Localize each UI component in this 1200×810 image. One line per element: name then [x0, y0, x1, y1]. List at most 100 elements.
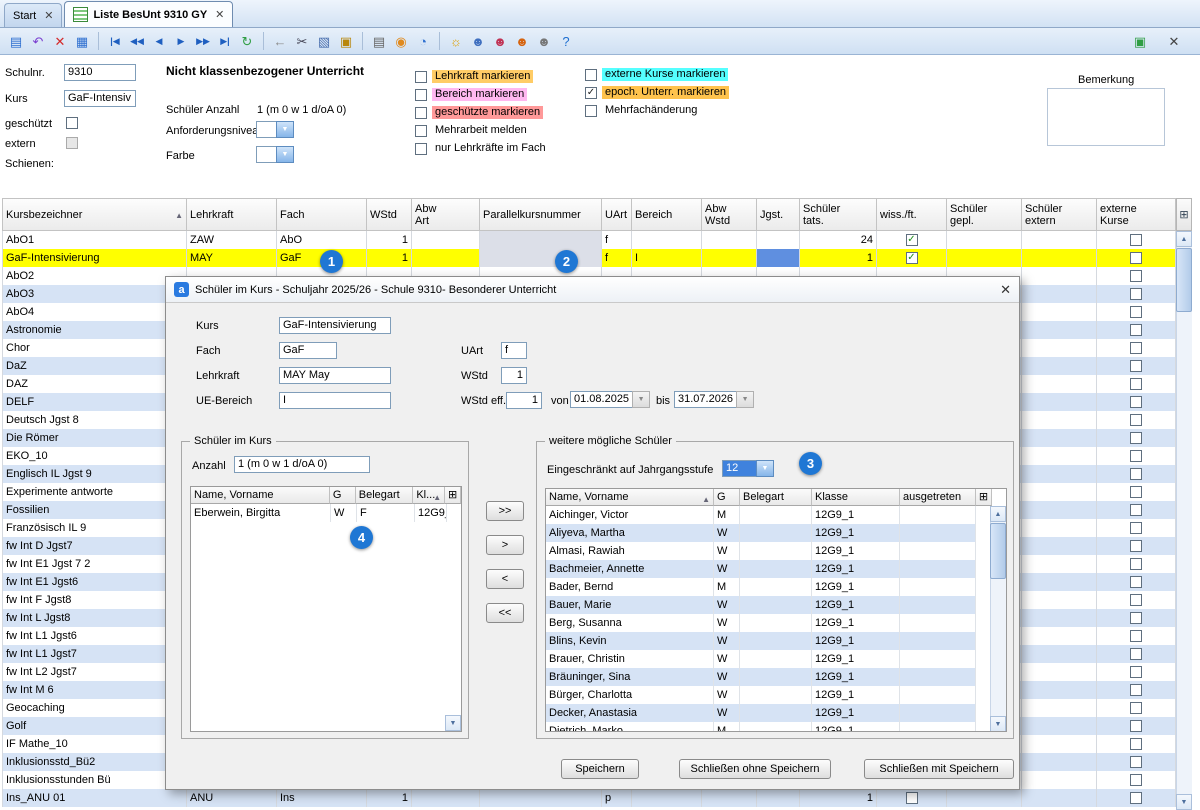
externe-kurse-checkbox[interactable]	[1130, 774, 1142, 786]
cell[interactable]	[1097, 285, 1176, 303]
cell[interactable]: EKO_10	[2, 447, 187, 465]
person-run-icon[interactable]: ☻	[534, 31, 554, 51]
cell[interactable]	[740, 650, 812, 668]
nav-fast-back-icon[interactable]: ◀◀	[127, 31, 147, 51]
cell[interactable]: ✓	[877, 249, 947, 267]
cell[interactable]	[1022, 717, 1097, 735]
checkbox[interactable]	[415, 107, 427, 119]
help-icon[interactable]: ?	[556, 31, 576, 51]
cell[interactable]: Bachmeier, Annette	[546, 560, 714, 578]
cell[interactable]	[740, 614, 812, 632]
move-left-button[interactable]: <	[486, 569, 524, 589]
externe-kurse-checkbox[interactable]	[1130, 414, 1142, 426]
cell[interactable]: GaF-Intensivierung	[2, 249, 187, 267]
cell[interactable]	[1097, 609, 1176, 627]
cell[interactable]: 12G9_1	[812, 560, 900, 578]
column-header[interactable]: Belegart	[740, 489, 812, 506]
cell[interactable]	[1022, 645, 1097, 663]
cell[interactable]: W	[331, 504, 357, 522]
column-header[interactable]: Abw Art	[412, 198, 480, 231]
cell[interactable]	[900, 722, 976, 732]
cell[interactable]: W	[714, 596, 740, 614]
dlg-uart-field[interactable]: f	[501, 342, 527, 359]
externe-kurse-checkbox[interactable]	[1130, 720, 1142, 732]
externe-kurse-checkbox[interactable]	[1130, 792, 1142, 804]
schliessen-ohne-speichern-button[interactable]: Schließen ohne Speichern	[679, 759, 831, 779]
cell[interactable]	[1022, 231, 1097, 249]
scrollbar-track[interactable]	[1176, 231, 1192, 810]
cell[interactable]: Experimente antworte	[2, 483, 187, 501]
nav-back-icon[interactable]: ◀	[149, 31, 169, 51]
cell[interactable]: Bräuninger, Sina	[546, 668, 714, 686]
cell[interactable]: Ins	[277, 789, 367, 807]
anforderungsniveau-combo[interactable]: ▼	[256, 121, 294, 138]
schliessen-mit-speichern-button[interactable]: Schließen mit Speichern	[864, 759, 1014, 779]
externe-kurse-checkbox[interactable]	[1130, 684, 1142, 696]
cell[interactable]	[1097, 519, 1176, 537]
cell[interactable]	[1022, 771, 1097, 789]
cell[interactable]: DELF	[2, 393, 187, 411]
dlg-von-datepicker[interactable]: 01.08.2025 ▼	[570, 391, 650, 408]
column-header[interactable]: Belegart	[356, 487, 414, 504]
cell[interactable]	[480, 789, 602, 807]
cell[interactable]	[900, 506, 976, 524]
externe-kurse-checkbox[interactable]	[1130, 306, 1142, 318]
externe-kurse-checkbox[interactable]	[1130, 504, 1142, 516]
student-row[interactable]: Aichinger, VictorM12G9_1	[546, 506, 1006, 524]
checkbox[interactable]	[415, 143, 427, 155]
marker-option[interactable]: externe Kurse markieren	[585, 68, 729, 81]
column-header[interactable]: ausgetreten	[900, 489, 976, 506]
student-row[interactable]: Bräuninger, SinaW12G9_1	[546, 668, 1006, 686]
cell[interactable]	[1097, 699, 1176, 717]
course-row[interactable]: AbO1ZAWAbO1f24✓	[2, 231, 1176, 249]
dlg-lehrkraft-field[interactable]: MAY May	[279, 367, 391, 384]
cell[interactable]	[740, 506, 812, 524]
cell[interactable]: W	[714, 704, 740, 722]
cell[interactable]	[1097, 465, 1176, 483]
cell[interactable]: 12G9_1	[812, 524, 900, 542]
dlg-wstd-eff-field[interactable]: 1	[506, 392, 542, 409]
marker-option[interactable]: Lehrkraft markieren	[415, 70, 549, 83]
dlg-ue-bereich-field[interactable]: I	[279, 392, 391, 409]
cell[interactable]	[900, 632, 976, 650]
cell[interactable]: AbO3	[2, 285, 187, 303]
schulnr-field[interactable]: 9310	[64, 64, 136, 81]
chevron-down-icon[interactable]: ▼	[756, 460, 774, 477]
checkbox[interactable]	[415, 71, 427, 83]
cell[interactable]: I	[632, 249, 702, 267]
cell[interactable]	[1097, 753, 1176, 771]
externe-kurse-checkbox[interactable]	[1130, 486, 1142, 498]
cell[interactable]	[412, 789, 480, 807]
paste-icon[interactable]: ▣	[336, 31, 356, 51]
cell[interactable]: 24	[800, 231, 877, 249]
column-header[interactable]: Jgst.	[757, 198, 800, 231]
cell[interactable]	[947, 249, 1022, 267]
cell[interactable]	[1022, 519, 1097, 537]
externe-kurse-checkbox[interactable]	[1130, 522, 1142, 534]
scroll-down-icon[interactable]: ▼	[445, 715, 461, 731]
cell[interactable]: M	[714, 578, 740, 596]
cell[interactable]: ✓	[877, 231, 947, 249]
student-row[interactable]: Blins, KevinW12G9_1	[546, 632, 1006, 650]
cell[interactable]	[1097, 393, 1176, 411]
externe-kurse-checkbox[interactable]	[1130, 360, 1142, 372]
cell[interactable]: fw Int E1 Jgst6	[2, 573, 187, 591]
cell[interactable]: M	[714, 722, 740, 732]
cell[interactable]	[1097, 303, 1176, 321]
cell[interactable]	[412, 231, 480, 249]
checkbox[interactable]	[415, 125, 427, 137]
dlg-bis-datepicker[interactable]: 31.07.2026 ▼	[674, 391, 754, 408]
cell[interactable]: fw Int E1 Jgst 7 2	[2, 555, 187, 573]
marker-option[interactable]: Mehrfachänderung	[585, 104, 729, 117]
cell[interactable]: DaZ	[2, 357, 187, 375]
cell[interactable]: p	[602, 789, 632, 807]
cell[interactable]: DAZ	[2, 375, 187, 393]
wiss-ft-checkbox[interactable]: ✓	[906, 234, 918, 246]
cell[interactable]: W	[714, 524, 740, 542]
cell[interactable]	[900, 596, 976, 614]
dialog-close-icon[interactable]: ✕	[1000, 282, 1011, 298]
checkbox[interactable]	[585, 69, 597, 81]
nav-forward-icon[interactable]: ▶	[171, 31, 191, 51]
externe-kurse-checkbox[interactable]	[1130, 252, 1142, 264]
wiss-ft-checkbox[interactable]	[906, 792, 918, 804]
